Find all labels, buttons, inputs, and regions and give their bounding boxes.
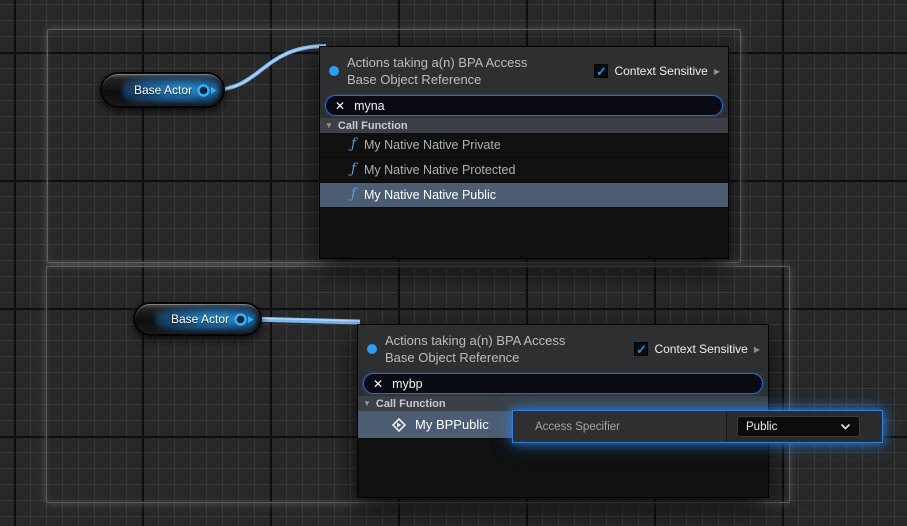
category-label: Call Function [338,120,408,132]
search-row: ✕ myna [320,95,728,118]
list-item-label: My BPPublic [415,417,489,432]
category-label: Call Function [376,398,446,410]
list-item-my-native-native-public[interactable]: ƒ My Native Native Public [320,183,728,208]
object-pin-dot-icon [329,66,339,76]
context-sensitive-group: ✓ Context Sensitive ▶ [594,64,720,78]
check-icon: ✓ [636,343,647,356]
list-item-label: My Native Native Protected [364,163,515,177]
access-specifier-label: Access Specifier [513,411,727,442]
object-output-pin-icon[interactable] [196,83,218,98]
context-sensitive-label: Context Sensitive [614,64,707,78]
context-sensitive-checkbox[interactable]: ✓ [594,64,608,78]
blueprint-function-diamond-icon [391,417,407,433]
search-row: ✕ mybp [358,373,768,396]
search-query-text: myna [354,99,385,113]
context-sensitive-label: Context Sensitive [654,342,747,356]
context-sensitive-checkbox[interactable]: ✓ [634,342,648,356]
function-icon: ƒ [351,138,356,152]
menu-title-line1: Actions taking a(n) BPA Access [385,332,626,349]
function-icon: ƒ [351,163,356,177]
menu-title-line2: Base Object Reference [385,349,626,366]
access-specifier-tooltip: Access Specifier Public [512,410,883,443]
list-item-label: My Native Native Public [364,188,496,202]
action-list: ƒ My Native Native Private ƒ My Native N… [320,133,728,258]
search-input[interactable]: ✕ mybp [363,373,763,394]
chevron-down-icon [840,423,851,430]
search-query-text: mybp [392,377,423,391]
node-title: Base Actor [134,83,192,97]
node-title: Base Actor [171,312,229,326]
base-actor-node-top[interactable]: Base Actor [100,72,225,108]
list-item-my-native-native-private[interactable]: ƒ My Native Native Private [320,133,728,158]
menu-header: Actions taking a(n) BPA Access Base Obje… [320,47,728,95]
submenu-arrow-icon[interactable]: ▶ [754,345,760,354]
object-output-pin-icon[interactable] [233,312,255,327]
search-input[interactable]: ✕ myna [325,95,723,116]
menu-title-line2: Base Object Reference [347,71,586,88]
submenu-arrow-icon[interactable]: ▶ [714,67,720,76]
access-specifier-value-cell: Public [727,411,882,442]
function-icon: ƒ [351,188,356,202]
clear-search-icon[interactable]: ✕ [373,378,383,390]
category-call-function[interactable]: ▼ Call Function [320,118,728,133]
base-actor-node-bottom[interactable]: Base Actor [133,302,262,336]
context-menu-top: Actions taking a(n) BPA Access Base Obje… [320,47,728,258]
list-item-my-native-native-protected[interactable]: ƒ My Native Native Protected [320,158,728,183]
clear-search-icon[interactable]: ✕ [335,100,345,112]
menu-title: Actions taking a(n) BPA Access Base Obje… [385,332,626,366]
collapse-triangle-icon: ▼ [325,121,333,130]
blueprint-graph-canvas: Base Actor Base Actor Actions taking a(n… [0,0,907,526]
object-pin-dot-icon [367,344,377,354]
check-icon: ✓ [596,65,607,78]
category-call-function[interactable]: ▼ Call Function [358,396,768,411]
context-sensitive-group: ✓ Context Sensitive ▶ [634,342,760,356]
access-specifier-dropdown[interactable]: Public [737,416,860,437]
list-item-label: My Native Native Private [364,138,501,152]
menu-header: Actions taking a(n) BPA Access Base Obje… [358,325,768,373]
menu-title: Actions taking a(n) BPA Access Base Obje… [347,54,586,88]
dropdown-selected-value: Public [746,421,777,433]
menu-title-line1: Actions taking a(n) BPA Access [347,54,586,71]
collapse-triangle-icon: ▼ [363,399,371,408]
